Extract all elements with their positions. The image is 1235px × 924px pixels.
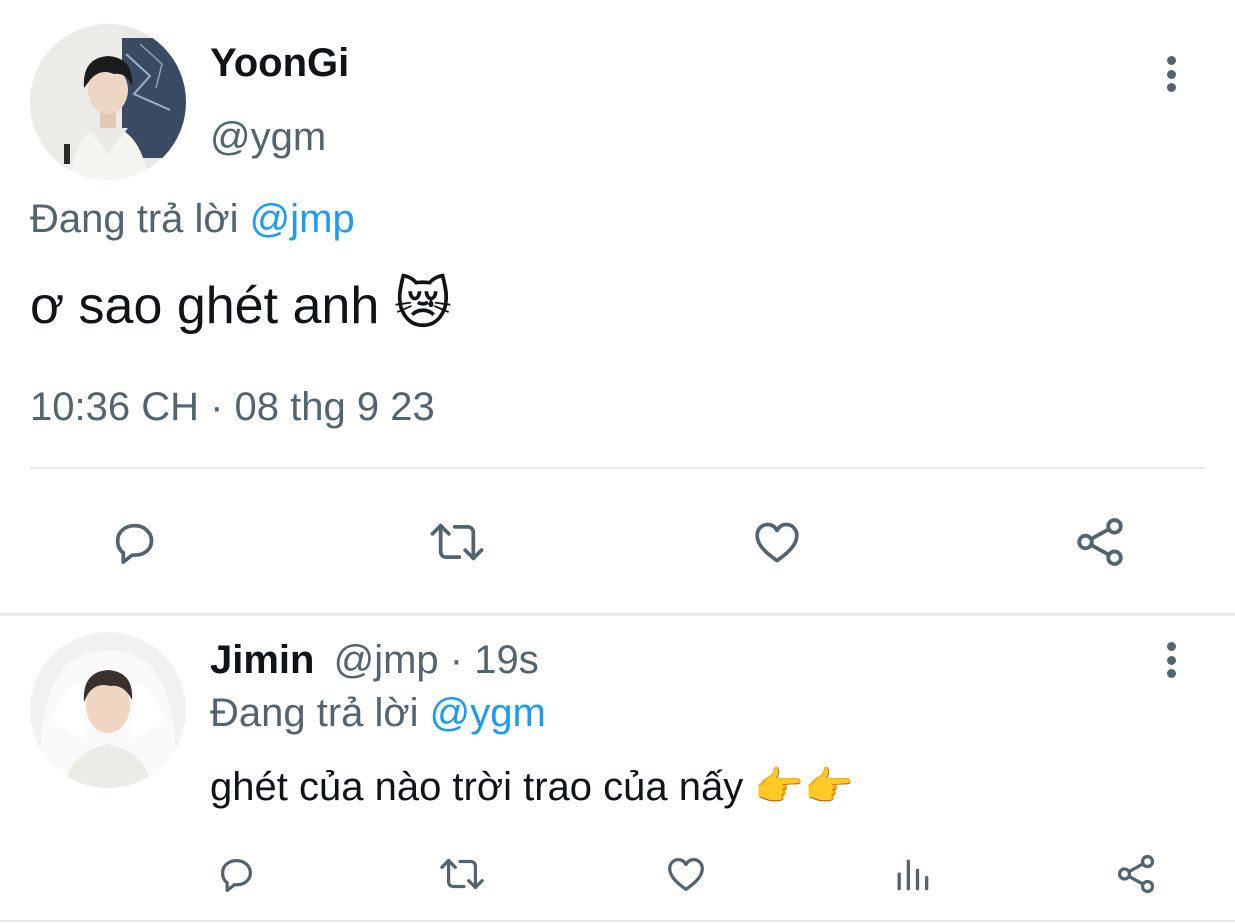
tweet-body: ghét của nào trời trao của nấy (210, 765, 744, 809)
tweet-text: ơ sao ghét anh 😿 (30, 272, 452, 338)
separator: · (449, 638, 464, 682)
bottom-divider (0, 920, 1235, 922)
crying-cat-emoji: 😿 (393, 272, 453, 335)
avatar[interactable] (30, 24, 186, 180)
reply-button[interactable] (102, 512, 166, 572)
like-icon (755, 522, 799, 563)
analytics-button[interactable] (886, 850, 938, 898)
analytics-icon (897, 859, 929, 891)
like-button[interactable] (746, 512, 808, 572)
more-options-button[interactable] (1159, 52, 1183, 96)
retweet-button[interactable] (424, 512, 490, 572)
reply-prefix: Đang trả lời (30, 197, 239, 241)
retweet-button[interactable] (434, 850, 490, 898)
share-button[interactable] (1068, 512, 1132, 572)
dot-icon (1166, 669, 1176, 678)
share-button[interactable] (1110, 850, 1162, 898)
dot-icon (1166, 83, 1176, 92)
reply-context: Đang trả lời @ygm (210, 690, 546, 736)
author-handle[interactable]: @ygm (210, 114, 326, 160)
reply-button[interactable] (210, 850, 262, 898)
share-icon (1117, 854, 1155, 894)
dot-icon (1166, 655, 1176, 665)
reply-header: Jimin @jmp · 19s (210, 637, 539, 683)
timestamp[interactable]: 10:36 CH · 08 thg 9 23 (30, 384, 435, 430)
section-divider (0, 613, 1235, 616)
reply-icon (220, 858, 253, 893)
dot-icon (1166, 69, 1176, 79)
retweet-icon (440, 858, 484, 890)
dot-icon (1166, 56, 1176, 65)
time-ago[interactable]: 19s (474, 638, 539, 682)
reply-context: Đang trả lời @jmp (30, 196, 355, 242)
author-handle[interactable]: @jmp (334, 638, 439, 682)
like-icon (668, 857, 704, 891)
share-icon (1077, 518, 1123, 566)
reply-to-link[interactable]: @ygm (430, 691, 546, 735)
more-options-button[interactable] (1159, 638, 1183, 682)
retweet-icon (430, 523, 484, 561)
avatar[interactable] (30, 632, 186, 788)
reply-to-link[interactable]: @jmp (250, 197, 355, 241)
tweet-text: ghét của nào trời trao của nấy 👉👉 (210, 762, 854, 812)
avatar-photo-jimin (30, 632, 186, 788)
divider (30, 467, 1205, 469)
author-name[interactable]: Jimin (210, 638, 314, 682)
author-name[interactable]: YoonGi (210, 40, 349, 86)
avatar-photo-yoongi (30, 24, 186, 180)
pointing-hands-emoji: 👉👉 (754, 765, 854, 809)
dot-icon (1166, 642, 1176, 651)
reply-prefix: Đang trả lời (210, 691, 419, 735)
reply-icon (115, 523, 154, 564)
tweet-body: ơ sao ghét anh (30, 277, 380, 335)
like-button[interactable] (660, 850, 712, 898)
